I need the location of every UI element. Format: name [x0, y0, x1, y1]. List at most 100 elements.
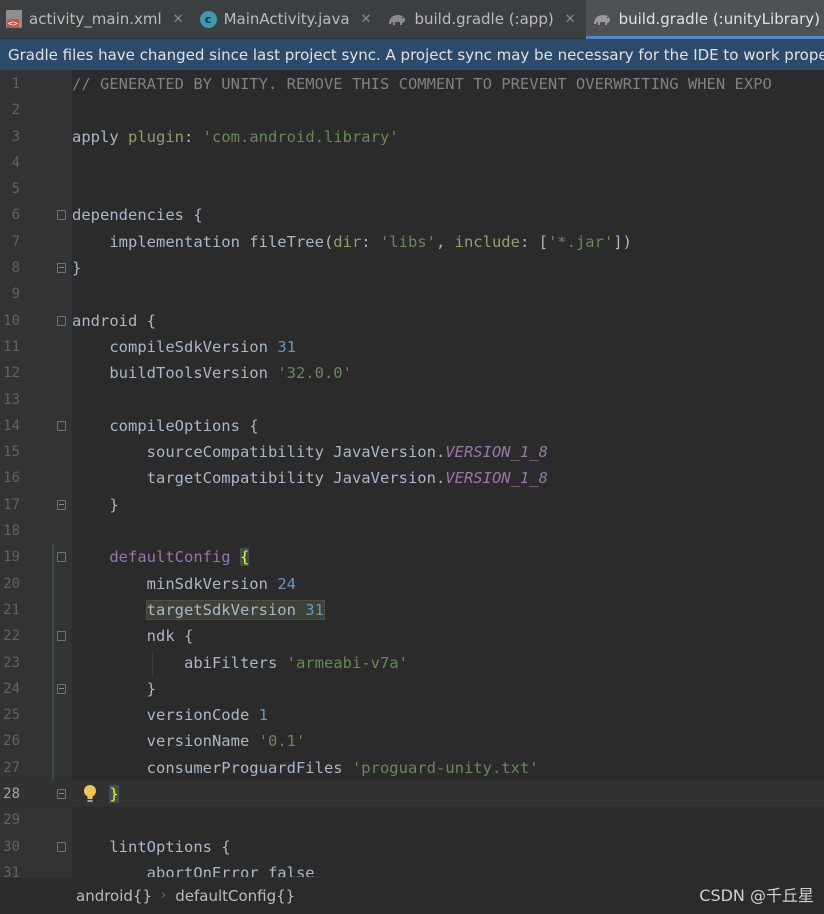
code-line[interactable]: 29	[0, 807, 824, 833]
code-line[interactable]: 16 targetCompatibility JavaVersion.VERSI…	[0, 465, 824, 491]
tab-build-gradle-app[interactable]: build.gradle (:app) ✕	[381, 0, 585, 38]
fold-marker-icon[interactable]	[57, 683, 66, 694]
code-text: }	[72, 679, 156, 698]
code-text: }	[72, 259, 82, 278]
code-line[interactable]: 13	[0, 387, 824, 413]
code-text: sourceCompatibility JavaVersion.VERSION_…	[72, 443, 548, 462]
code-line[interactable]: 3 apply plugin: 'com.android.library'	[0, 124, 824, 150]
code-line[interactable]: 27 consumerProguardFiles 'proguard-unity…	[0, 755, 824, 781]
line-number: 29	[3, 812, 20, 829]
code-text: targetCompatibility JavaVersion.VERSION_…	[72, 469, 548, 488]
code-line[interactable]: 20 minSdkVersion 24	[0, 571, 824, 597]
code-line[interactable]: 31 abortOnError false	[0, 860, 824, 877]
code-line[interactable]: 10 android {	[0, 308, 824, 334]
fold-marker-icon[interactable]	[57, 420, 66, 431]
tab-main-activity-java[interactable]: c MainActivity.java ✕	[194, 0, 382, 38]
line-number: 7	[11, 233, 20, 250]
fold-marker-icon[interactable]	[57, 789, 66, 800]
code-line[interactable]: 25 versionCode 1	[0, 702, 824, 728]
breadcrumb-item-default-config[interactable]: defaultConfig{}	[175, 887, 295, 905]
line-number: 27	[3, 759, 20, 776]
line-number: 21	[3, 601, 20, 618]
fold-marker-icon[interactable]	[57, 315, 66, 326]
code-text: buildToolsVersion '32.0.0'	[72, 364, 352, 383]
code-line[interactable]: 28 }	[0, 781, 824, 808]
code-lines[interactable]: 1 // GENERATED BY UNITY. REMOVE THIS COMM…	[0, 71, 824, 877]
line-number: 31	[3, 864, 20, 877]
line-number: 11	[3, 338, 20, 355]
code-line[interactable]: 6 dependencies {	[0, 202, 824, 228]
breadcrumb-item-android[interactable]: android{}	[76, 887, 152, 905]
line-number: 4	[11, 154, 20, 171]
code-line[interactable]: 17 }	[0, 492, 824, 518]
xml-file-icon	[6, 10, 22, 28]
code-text: abortOnError false	[72, 863, 315, 877]
line-number: 24	[3, 680, 20, 697]
line-number: 14	[3, 417, 20, 434]
tab-activity-main-xml[interactable]: activity_main.xml ✕	[0, 0, 194, 38]
code-line[interactable]: 11 compileSdkVersion 31	[0, 334, 824, 360]
line-number: 19	[3, 549, 20, 566]
line-number: 3	[11, 128, 20, 145]
code-line[interactable]: 9	[0, 281, 824, 307]
code-line[interactable]: 5	[0, 176, 824, 202]
line-number: 13	[3, 391, 20, 408]
fold-marker-icon[interactable]	[57, 210, 66, 221]
code-text: // GENERATED BY UNITY. REMOVE THIS COMME…	[72, 75, 772, 93]
java-class-icon: c	[199, 10, 217, 28]
code-line[interactable]: 26 versionName '0.1'	[0, 728, 824, 754]
code-text: versionCode 1	[72, 706, 268, 725]
line-number: 18	[3, 523, 20, 540]
line-number: 1	[11, 76, 20, 92]
code-line[interactable]: 24 }	[0, 676, 824, 702]
fold-marker-icon[interactable]	[57, 841, 66, 852]
code-line[interactable]: 19 defaultConfig {	[0, 544, 824, 570]
code-text: defaultConfig {	[109, 548, 250, 567]
line-number: 20	[3, 575, 20, 592]
code-line[interactable]: 7 implementation fileTree(dir: 'libs', i…	[0, 229, 824, 255]
code-text: targetSdkVersion 31	[145, 599, 325, 620]
fold-marker-icon[interactable]	[57, 631, 66, 642]
line-number: 22	[3, 628, 20, 645]
code-line[interactable]: 12 buildToolsVersion '32.0.0'	[0, 360, 824, 386]
code-line[interactable]: 2	[0, 97, 824, 123]
code-text: apply plugin: 'com.android.library'	[72, 127, 399, 146]
fold-marker-icon[interactable]	[57, 263, 66, 274]
lightbulb-icon[interactable]	[82, 781, 98, 807]
line-number: 26	[3, 733, 20, 750]
watermark: CSDN @千丘星	[699, 886, 814, 905]
gradle-icon	[593, 15, 610, 25]
code-line[interactable]: 23 abiFilters 'armeabi-v7a'	[0, 650, 824, 676]
fold-marker-icon[interactable]	[57, 552, 66, 563]
tab-label: build.gradle (:app)	[414, 10, 554, 28]
code-line[interactable]: 14 compileOptions {	[0, 413, 824, 439]
code-text: versionName '0.1'	[72, 732, 306, 751]
editor-tab-bar: activity_main.xml ✕ c MainActivity.java …	[0, 0, 824, 39]
tab-build-gradle-unity-library[interactable]: build.gradle (:unityLibrary) ✕	[585, 0, 824, 39]
code-line[interactable]: 1 // GENERATED BY UNITY. REMOVE THIS COMM…	[0, 71, 824, 97]
code-line[interactable]: 30 lintOptions {	[0, 834, 824, 860]
code-editor[interactable]: 1 // GENERATED BY UNITY. REMOVE THIS COMM…	[0, 70, 824, 877]
line-number: 9	[11, 286, 20, 303]
line-number: 5	[11, 181, 20, 198]
code-line[interactable]: 21 targetSdkVersion 31	[0, 597, 824, 623]
line-number: 15	[3, 444, 20, 461]
close-icon[interactable]: ✕	[173, 12, 184, 27]
line-number: 23	[3, 654, 20, 671]
code-line[interactable]: 18	[0, 518, 824, 544]
code-text: abiFilters 'armeabi-v7a'	[72, 653, 408, 672]
fold-marker-icon[interactable]	[57, 499, 66, 510]
line-number: 16	[3, 470, 20, 487]
code-text: consumerProguardFiles 'proguard-unity.tx…	[72, 758, 539, 777]
code-text: compileSdkVersion 31	[72, 337, 296, 356]
close-icon[interactable]: ✕	[565, 12, 576, 27]
code-line[interactable]: 8}	[0, 255, 824, 281]
line-number: 12	[3, 365, 20, 382]
close-icon[interactable]: ✕	[361, 12, 372, 27]
line-number: 17	[3, 496, 20, 513]
code-text: lintOptions {	[72, 837, 231, 856]
code-line[interactable]: 4	[0, 150, 824, 176]
code-text: }	[72, 495, 119, 514]
code-line[interactable]: 15 sourceCompatibility JavaVersion.VERSI…	[0, 439, 824, 465]
code-line[interactable]: 22 ndk {	[0, 623, 824, 649]
